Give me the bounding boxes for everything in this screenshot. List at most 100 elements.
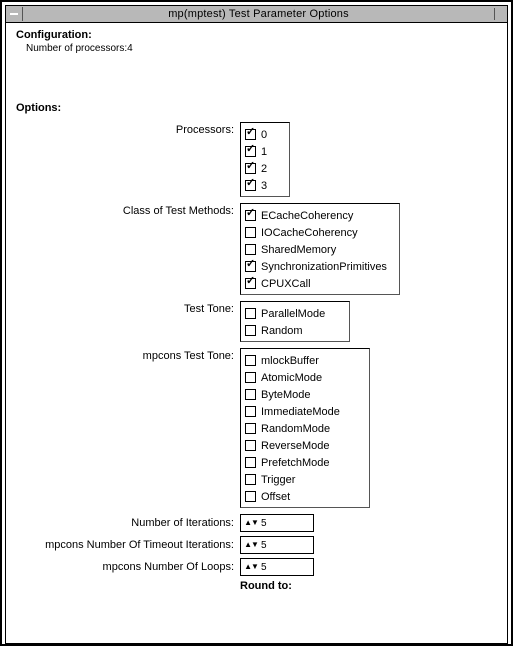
label-mpcons-test-tone: mpcons Test Tone: — [16, 348, 240, 362]
label-test-tone: Test Tone: — [16, 301, 240, 315]
checkbox-icon — [245, 163, 256, 174]
checkbox-icon — [245, 278, 256, 289]
mtt-option-label: PrefetchMode — [261, 457, 329, 469]
mtt-option-mlockbuffer[interactable]: mlockBuffer — [245, 352, 365, 369]
row-mpcons-test-tone: mpcons Test Tone: mlockBuffer AtomicMode — [16, 348, 497, 508]
checkbox-icon — [245, 372, 256, 383]
arrow-down-icon: ▼ — [251, 519, 258, 527]
checkbox-icon — [245, 355, 256, 366]
arrow-up-icon: ▲ — [244, 563, 251, 571]
window-right-gadget[interactable] — [494, 8, 507, 20]
processor-option-1[interactable]: 1 — [245, 143, 285, 160]
ctm-option-label: SharedMemory — [261, 244, 336, 256]
mtt-option-label: Offset — [261, 491, 290, 503]
processor-option-2[interactable]: 2 — [245, 160, 285, 177]
ctm-option-sharedmemory[interactable]: SharedMemory — [245, 241, 395, 258]
checkbox-icon — [245, 423, 256, 434]
processor-option-label: 2 — [261, 163, 267, 175]
ctm-option-synchronizationprimitives[interactable]: SynchronizationPrimitives — [245, 258, 395, 275]
spinner-value: 5 — [259, 518, 313, 529]
ctm-option-label: SynchronizationPrimitives — [261, 261, 387, 273]
mtt-option-trigger[interactable]: Trigger — [245, 471, 365, 488]
checkbox-icon — [245, 389, 256, 400]
arrow-down-icon: ▼ — [251, 563, 258, 571]
spinner-arrows-icon[interactable]: ▲▼ — [241, 519, 259, 527]
content-area: Configuration: Number of processors:4 Op… — [6, 23, 507, 643]
mtt-option-label: AtomicMode — [261, 372, 322, 384]
test-tone-box: ParallelMode Random — [240, 301, 350, 342]
checkbox-icon — [245, 457, 256, 468]
row-mpcons-loops: mpcons Number Of Loops: ▲▼ 5 — [16, 558, 497, 576]
checkbox-icon — [245, 491, 256, 502]
options-heading: Options: — [16, 102, 497, 114]
row-processors: Processors: 0 1 — [16, 122, 497, 197]
tt-option-parallelmode[interactable]: ParallelMode — [245, 305, 345, 322]
checkbox-icon — [245, 308, 256, 319]
spinner-mpcons-loops[interactable]: ▲▼ 5 — [240, 558, 314, 576]
inner-frame: mp(mptest) Test Parameter Options Config… — [5, 5, 508, 644]
mtt-option-label: ReverseMode — [261, 440, 329, 452]
row-mpcons-timeout-iterations: mpcons Number Of Timeout Iterations: ▲▼ … — [16, 536, 497, 554]
checkbox-icon — [245, 129, 256, 140]
label-class-of-test-methods: Class of Test Methods: — [16, 203, 240, 217]
form-area: Processors: 0 1 — [16, 122, 497, 592]
mtt-option-atomicmode[interactable]: AtomicMode — [245, 369, 365, 386]
mtt-option-prefetchmode[interactable]: PrefetchMode — [245, 454, 365, 471]
mtt-option-reversemode[interactable]: ReverseMode — [245, 437, 365, 454]
spinner-arrows-icon[interactable]: ▲▼ — [241, 563, 259, 571]
arrow-down-icon: ▼ — [251, 541, 258, 549]
checkbox-icon — [245, 146, 256, 157]
checkbox-icon — [245, 406, 256, 417]
label-mpcons-loops: mpcons Number Of Loops: — [16, 561, 240, 573]
ctm-option-cpuxcall[interactable]: CPUXCall — [245, 275, 395, 292]
processor-option-label: 0 — [261, 129, 267, 141]
ctm-option-ecachecoherency[interactable]: ECacheCoherency — [245, 207, 395, 224]
ctm-option-label: ECacheCoherency — [261, 210, 353, 222]
title-bar: mp(mptest) Test Parameter Options — [6, 6, 507, 23]
configuration-line: Number of processors:4 — [26, 43, 497, 54]
mtt-option-immediatemode[interactable]: ImmediateMode — [245, 403, 365, 420]
mtt-option-label: mlockBuffer — [261, 355, 319, 367]
row-class-of-test-methods: Class of Test Methods: ECacheCoherency I… — [16, 203, 497, 295]
window-menu-button[interactable] — [6, 7, 23, 21]
spinner-value: 5 — [259, 540, 313, 551]
class-of-test-methods-box: ECacheCoherency IOCacheCoherency SharedM… — [240, 203, 400, 295]
window-frame: mp(mptest) Test Parameter Options Config… — [0, 0, 513, 646]
checkbox-icon — [245, 440, 256, 451]
processor-option-3[interactable]: 3 — [245, 177, 285, 194]
arrow-up-icon: ▲ — [244, 519, 251, 527]
mtt-option-randommode[interactable]: RandomMode — [245, 420, 365, 437]
mtt-option-label: ImmediateMode — [261, 406, 340, 418]
tt-option-random[interactable]: Random — [245, 322, 345, 339]
processors-box: 0 1 2 3 — [240, 122, 290, 197]
ctm-option-label: IOCacheCoherency — [261, 227, 358, 239]
spinner-value: 5 — [259, 562, 313, 573]
processor-option-label: 1 — [261, 146, 267, 158]
spinner-arrows-icon[interactable]: ▲▼ — [241, 541, 259, 549]
mtt-option-offset[interactable]: Offset — [245, 488, 365, 505]
checkbox-icon — [245, 261, 256, 272]
row-test-tone: Test Tone: ParallelMode Random — [16, 301, 497, 342]
label-mpcons-timeout-iterations: mpcons Number Of Timeout Iterations: — [16, 539, 240, 551]
label-processors: Processors: — [16, 122, 240, 136]
processor-option-0[interactable]: 0 — [245, 126, 285, 143]
spinner-number-of-iterations[interactable]: ▲▼ 5 — [240, 514, 314, 532]
spinner-mpcons-timeout-iterations[interactable]: ▲▼ 5 — [240, 536, 314, 554]
checkbox-icon — [245, 325, 256, 336]
arrow-up-icon: ▲ — [244, 541, 251, 549]
tt-option-label: ParallelMode — [261, 308, 325, 320]
window-title: mp(mptest) Test Parameter Options — [23, 8, 494, 20]
ctm-option-iocachecoherency[interactable]: IOCacheCoherency — [245, 224, 395, 241]
mtt-option-bytemode[interactable]: ByteMode — [245, 386, 365, 403]
mtt-option-label: RandomMode — [261, 423, 330, 435]
tt-option-label: Random — [261, 325, 303, 337]
label-number-of-iterations: Number of Iterations: — [16, 517, 240, 529]
checkbox-icon — [245, 180, 256, 191]
mtt-option-label: ByteMode — [261, 389, 311, 401]
label-round-to: Round to: — [240, 580, 497, 592]
ctm-option-label: CPUXCall — [261, 278, 311, 290]
configuration-heading: Configuration: — [16, 29, 497, 41]
checkbox-icon — [245, 474, 256, 485]
mtt-option-label: Trigger — [261, 474, 295, 486]
mpcons-test-tone-box: mlockBuffer AtomicMode ByteMode — [240, 348, 370, 508]
